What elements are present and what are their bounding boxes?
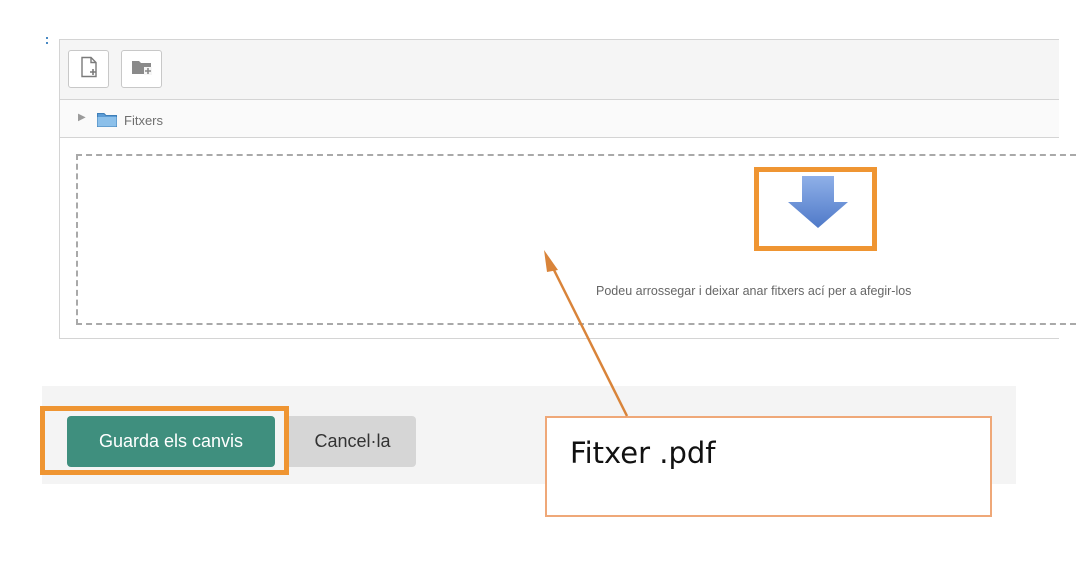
save-button-highlight	[40, 406, 289, 475]
triangle-right-icon[interactable]: ▶	[78, 112, 86, 123]
add-file-button[interactable]	[68, 50, 109, 88]
file-drop-zone[interactable]: Podeu arrossegar i deixar anar fitxers a…	[76, 154, 1076, 325]
file-picker: ▶ Fitxers Podeu arrossegar i deixar anar…	[59, 39, 1076, 339]
file-add-icon	[79, 56, 99, 83]
drop-zone-instruction: Podeu arrossegar i deixar anar fitxers a…	[596, 284, 912, 298]
file-annotation-label: Fitxer .pdf	[570, 436, 716, 470]
cancel-button[interactable]: Cancel·la	[289, 416, 416, 467]
file-picker-toolbar	[60, 40, 1059, 100]
file-annotation-card: Fitxer .pdf	[545, 416, 992, 517]
breadcrumb: ▶ Fitxers	[60, 100, 1059, 138]
folder-icon	[97, 112, 117, 130]
folder-add-icon	[131, 58, 153, 81]
drop-icon-highlight	[754, 167, 877, 251]
create-folder-button[interactable]	[121, 50, 162, 88]
stray-mark	[46, 37, 48, 46]
breadcrumb-folder-label[interactable]: Fitxers	[124, 113, 163, 128]
